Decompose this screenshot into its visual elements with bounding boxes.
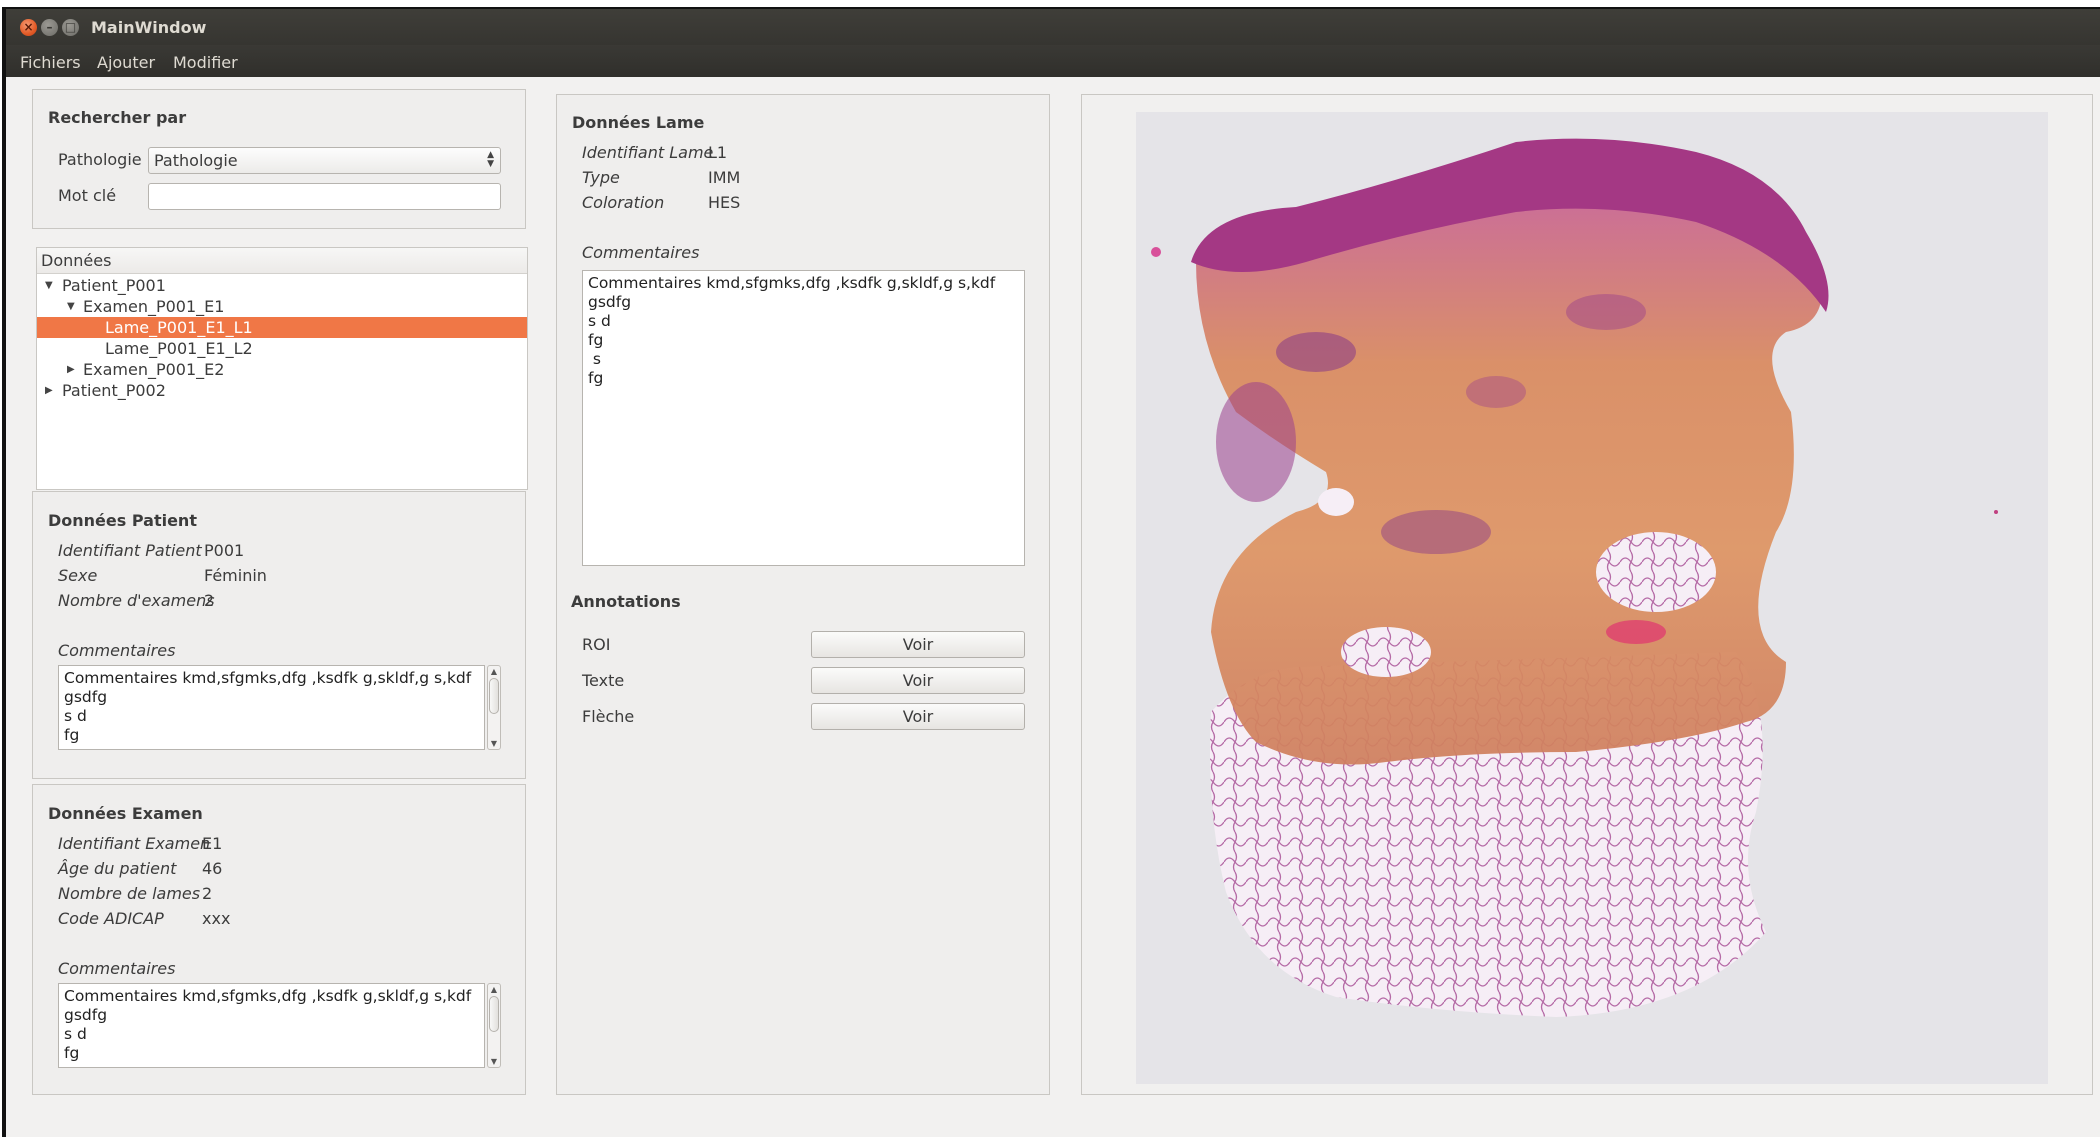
lame-comments-label: Commentaires	[582, 243, 700, 262]
scroll-down-icon[interactable]: ▼	[488, 739, 500, 748]
pathologie-label: Pathologie	[58, 150, 142, 169]
patient-sex-label: Sexe	[58, 566, 98, 585]
tree-row-examen-p001-e2[interactable]: ▶ Examen_P001_E2	[37, 359, 527, 380]
tree-row-examen-p001-e1[interactable]: ▼ Examen_P001_E1	[37, 296, 527, 317]
tree-row-label: Patient_P002	[62, 381, 166, 400]
examen-id-value: E1	[202, 834, 223, 853]
annotation-fleche-label: Flèche	[582, 707, 635, 726]
comment-line: s	[588, 350, 602, 368]
examen-id-label: Identifiant Examen	[58, 834, 211, 853]
examen-comments-scrollbar[interactable]: ▲ ▼	[487, 983, 501, 1068]
window-title: MainWindow	[91, 18, 207, 37]
comment-line: fg	[588, 369, 604, 387]
tree-row-patient-p001[interactable]: ▼ Patient_P001	[37, 275, 527, 296]
lame-type-value: IMM	[708, 168, 741, 187]
lame-coloration-value: HES	[708, 193, 741, 212]
lame-coloration-label: Coloration	[582, 193, 665, 212]
lame-id-value: L1	[708, 143, 728, 162]
scroll-up-icon[interactable]: ▲	[488, 667, 500, 676]
comment-line: s d	[588, 312, 611, 330]
patient-comments-scrollbar[interactable]: ▲ ▼	[487, 665, 501, 750]
tree-header: Données	[37, 248, 527, 274]
lame-title: Données Lame	[572, 113, 705, 132]
comment-line: fg	[64, 1044, 80, 1062]
pathologie-select[interactable]: Pathologie ▲ ▼	[148, 147, 501, 174]
patient-exam-count-value: 2	[204, 591, 215, 610]
examen-age-label: Âge du patient	[58, 859, 177, 878]
voir-fleche-button[interactable]: Voir	[811, 703, 1025, 730]
examen-slide-count-value: 2	[202, 884, 213, 903]
patient-id-value: P001	[204, 541, 245, 560]
menu-fichiers[interactable]: Fichiers	[20, 53, 81, 72]
data-tree[interactable]: Données ▼ Patient_P001 ▼ Examen_P001_E1 …	[36, 247, 528, 490]
examen-comments-textarea[interactable]: Commentaires kmd,sfgmks,dfg ,ksdfk g,skl…	[58, 983, 485, 1068]
maximize-button[interactable]: □	[62, 19, 79, 36]
close-icon: ×	[23, 20, 34, 34]
examen-adicap-label: Code ADICAP	[58, 909, 164, 928]
tissue-slide-image	[1151, 138, 1998, 1017]
comment-line: Commentaires kmd,sfgmks,dfg ,ksdfk g,skl…	[588, 274, 996, 292]
menu-modifier[interactable]: Modifier	[173, 53, 238, 72]
scroll-thumb[interactable]	[489, 678, 499, 714]
comment-line: Commentaires kmd,sfgmks,dfg ,ksdfk g,skl…	[64, 987, 472, 1005]
expand-arrow-icon[interactable]: ▼	[45, 275, 53, 296]
patient-exam-count-label: Nombre d'examens	[58, 591, 215, 610]
lame-id-label: Identifiant Lame	[582, 143, 714, 162]
examen-comments-label: Commentaires	[58, 959, 176, 978]
collapse-arrow-icon[interactable]: ▶	[45, 380, 53, 401]
patient-sex-value: Féminin	[204, 566, 267, 585]
minimize-button[interactable]: –	[41, 19, 58, 36]
scroll-up-icon[interactable]: ▲	[488, 985, 500, 994]
menu-bar: Fichiers Ajouter Modifier	[6, 45, 2100, 77]
motcle-input[interactable]	[148, 183, 501, 210]
examen-title: Données Examen	[48, 804, 203, 823]
maximize-icon: □	[64, 20, 77, 34]
minimize-icon: –	[46, 20, 53, 34]
lame-comments-textarea[interactable]: Commentaires kmd,sfgmks,dfg ,ksdfk g,skl…	[582, 270, 1025, 566]
motcle-label: Mot clé	[58, 186, 117, 205]
main-window: × – □ MainWindow Fichiers Ajouter Modifi…	[2, 7, 2100, 1137]
scroll-down-icon[interactable]: ▼	[488, 1057, 500, 1066]
slide-image[interactable]	[1136, 112, 2048, 1084]
patient-comments-textarea[interactable]: Commentaires kmd,sfgmks,dfg ,ksdfk g,skl…	[58, 665, 485, 750]
patient-title: Données Patient	[48, 511, 197, 530]
annotations-title: Annotations	[571, 592, 681, 611]
tree-row-label: Lame_P001_E1_L1	[105, 318, 253, 337]
close-button[interactable]: ×	[20, 19, 37, 36]
tree-row-label: Patient_P001	[62, 276, 166, 295]
annotation-roi-label: ROI	[582, 635, 611, 654]
comment-line: s d	[64, 1025, 87, 1043]
tree-row-label: Examen_P001_E1	[83, 297, 225, 316]
expand-arrow-icon[interactable]: ▼	[67, 296, 75, 317]
voir-texte-button[interactable]: Voir	[811, 667, 1025, 694]
scroll-thumb[interactable]	[489, 996, 499, 1032]
comment-line: fg	[64, 726, 80, 744]
tree-row-lame-p001-e1-l2[interactable]: Lame_P001_E1_L2	[37, 338, 527, 359]
examen-age-value: 46	[202, 859, 223, 878]
comment-line: s d	[64, 707, 87, 725]
tree-row-label: Lame_P001_E1_L2	[105, 339, 253, 358]
examen-adicap-value: xxx	[202, 909, 231, 928]
collapse-arrow-icon[interactable]: ▶	[67, 359, 75, 380]
patient-id-label: Identifiant Patient	[58, 541, 202, 560]
search-title: Rechercher par	[48, 108, 187, 127]
annotation-texte-label: Texte	[582, 671, 625, 690]
tree-row-lame-p001-e1-l1[interactable]: Lame_P001_E1_L1	[37, 317, 527, 338]
updown-icon: ▲ ▼	[487, 150, 494, 169]
comment-line: gsdfg	[64, 1006, 108, 1024]
voir-roi-button[interactable]: Voir	[811, 631, 1025, 658]
tree-row-patient-p002[interactable]: ▶ Patient_P002	[37, 380, 527, 401]
examen-slide-count-label: Nombre de lames	[58, 884, 201, 903]
comment-line: fg	[588, 331, 604, 349]
comment-line: Commentaires kmd,sfgmks,dfg ,ksdfk g,skl…	[64, 669, 472, 687]
pathologie-select-value: Pathologie	[154, 151, 238, 170]
patient-comments-label: Commentaires	[58, 641, 176, 660]
lame-type-label: Type	[582, 168, 620, 187]
menu-ajouter[interactable]: Ajouter	[97, 53, 155, 72]
tree-row-label: Examen_P001_E2	[83, 360, 225, 379]
comment-line: gsdfg	[64, 688, 108, 706]
comment-line: gsdfg	[588, 293, 632, 311]
